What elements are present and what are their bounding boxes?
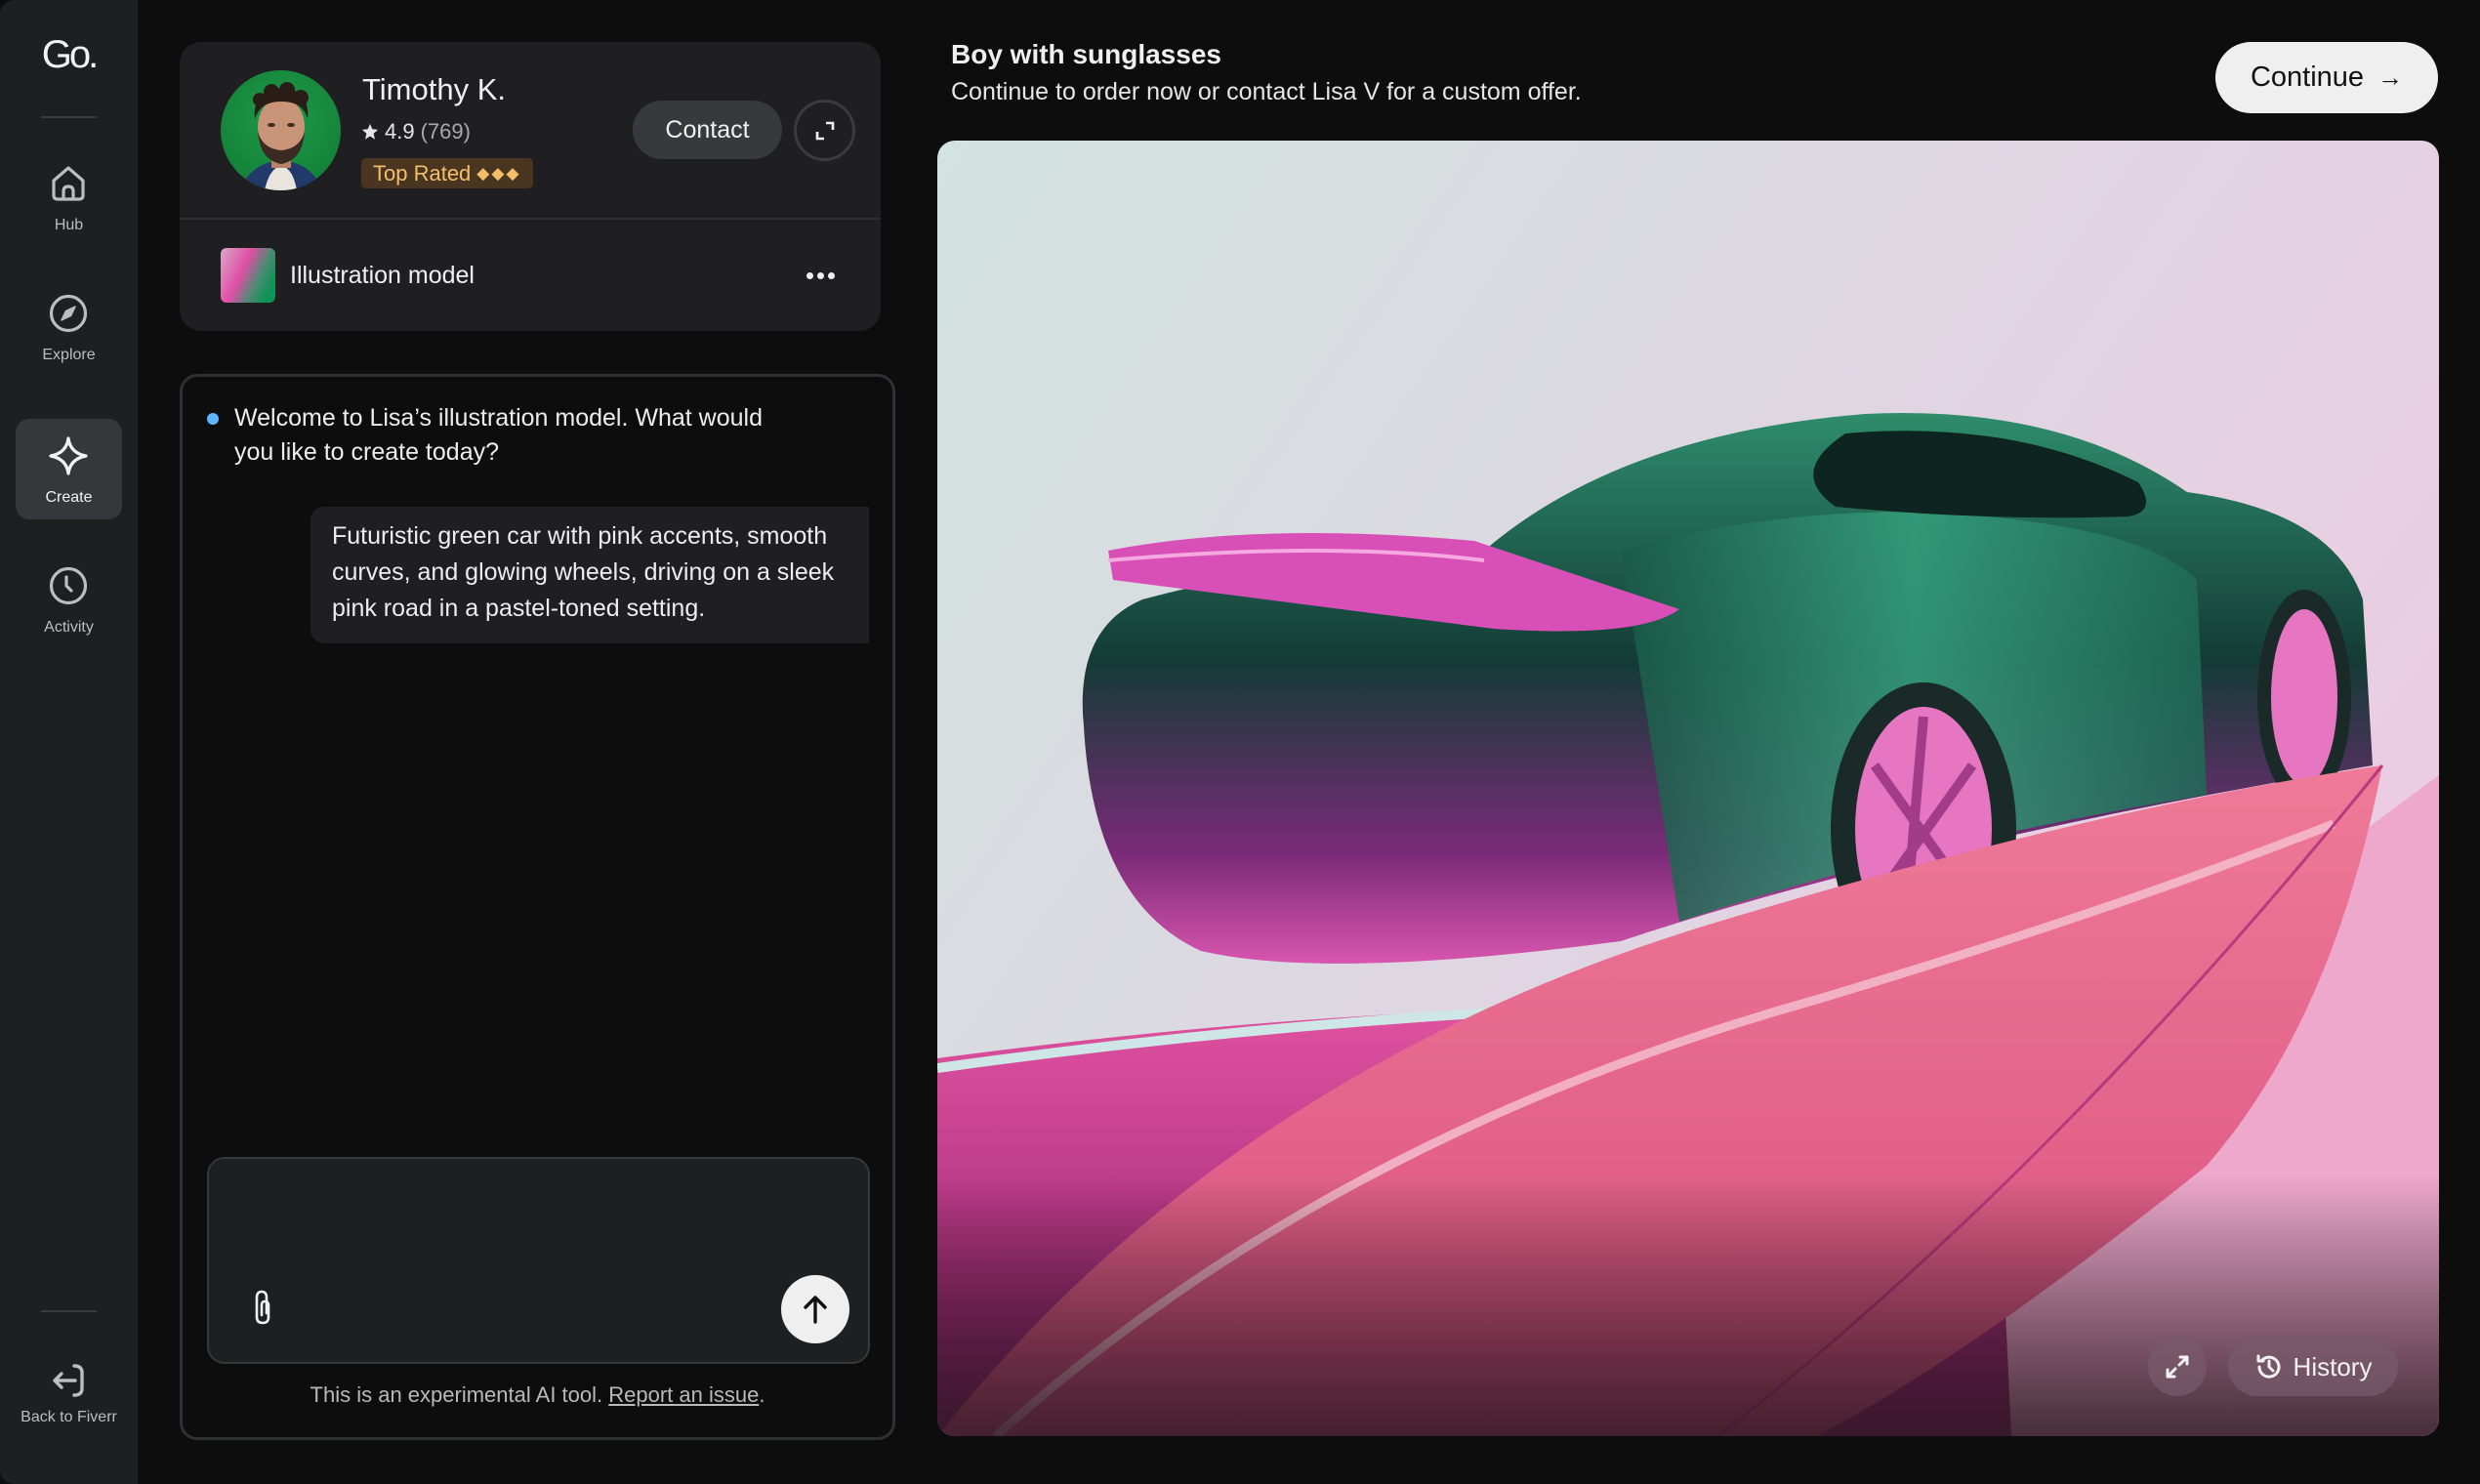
artwork-title: Boy with sunglasses: [951, 39, 1221, 69]
sidebar-item-hub[interactable]: Hub: [16, 146, 122, 247]
sidebar: Go. Hub Explore Create Activity Back to …: [0, 0, 138, 1484]
assistant-indicator-dot: [207, 413, 219, 425]
back-to-fiverr-button[interactable]: Back to Fiverr: [0, 1352, 138, 1440]
bottom-shade: [937, 1175, 2439, 1436]
seller-profile-card: Timothy K. 4.9 (769) Top Rated ◆◆◆ Conta…: [180, 42, 881, 331]
assistant-message: Welcome to Lisa’s illustration model. Wh…: [234, 404, 763, 466]
badge-label: Top Rated: [373, 161, 472, 186]
paperclip-icon: [255, 1290, 270, 1325]
disclaimer-text: This is an experimental AI tool.: [310, 1382, 603, 1407]
generated-image[interactable]: History: [937, 141, 2439, 1436]
user-message: Futuristic green car with pink accents, …: [310, 507, 869, 643]
back-label: Back to Fiverr: [21, 1409, 117, 1425]
disclaimer-suffix: .: [759, 1382, 765, 1407]
home-icon: [52, 166, 85, 201]
dot: [816, 271, 824, 279]
seller-name[interactable]: Timothy K.: [362, 72, 506, 107]
compass-icon: [49, 294, 88, 333]
sidebar-item-activity[interactable]: Activity: [16, 549, 122, 649]
chat-panel: Welcome to Lisa’s illustration model. Wh…: [180, 374, 895, 1440]
rating-value: 4.9: [385, 119, 415, 144]
more-options-button[interactable]: [801, 262, 840, 289]
sidebar-item-label: Activity: [44, 619, 94, 636]
history-button[interactable]: History: [2228, 1338, 2398, 1396]
sidebar-divider: [41, 116, 97, 118]
sidebar-item-explore[interactable]: Explore: [16, 276, 122, 377]
prompt-input-box: [207, 1157, 870, 1364]
diamond-icons: ◆◆◆: [476, 164, 521, 183]
model-selector[interactable]: Illustration model: [221, 248, 840, 303]
history-icon: [2256, 1354, 2281, 1379]
expand-icon: [815, 121, 834, 140]
exit-arrow-icon: [53, 1364, 84, 1397]
car-illustration: [937, 141, 2439, 1436]
continue-button[interactable]: Continue →: [2215, 42, 2438, 113]
top-rated-badge: Top Rated ◆◆◆: [361, 158, 533, 188]
dot: [806, 271, 813, 279]
sidebar-item-label: Explore: [42, 347, 96, 363]
sidebar-divider: [41, 1310, 97, 1312]
go-logo[interactable]: Go.: [0, 33, 138, 77]
seller-rating: 4.9 (769): [361, 119, 471, 144]
report-issue-link[interactable]: Report an issue: [608, 1382, 759, 1407]
attach-file-button[interactable]: [248, 1284, 277, 1331]
sidebar-item-label: Hub: [54, 217, 84, 233]
arrow-right-icon: →: [2377, 62, 2404, 92]
disclaimer-footer: This is an experimental AI tool. Report …: [183, 1382, 892, 1408]
model-thumbnail: [221, 248, 275, 303]
avatar-portrait: [240, 82, 322, 190]
model-name: Illustration model: [290, 261, 475, 289]
send-button[interactable]: [781, 1275, 849, 1343]
arrow-up-icon: [804, 1296, 827, 1324]
prompt-input[interactable]: [228, 1176, 814, 1274]
fullscreen-button[interactable]: [2148, 1338, 2207, 1396]
history-label: History: [2293, 1351, 2373, 1381]
contact-button[interactable]: Contact: [633, 101, 782, 159]
card-divider: [180, 218, 881, 220]
sparkle-icon: [49, 436, 88, 475]
review-count: (769): [420, 119, 471, 144]
artwork-subtitle: Continue to order now or contact Lisa V …: [951, 78, 1582, 105]
expand-card-button[interactable]: [794, 100, 855, 161]
fullscreen-icon: [2166, 1355, 2189, 1379]
avatar[interactable]: [221, 70, 341, 190]
sidebar-item-create[interactable]: Create: [16, 419, 122, 519]
continue-label: Continue: [2250, 62, 2365, 93]
dot: [827, 271, 835, 279]
star-icon: [361, 123, 379, 140]
sidebar-item-label: Create: [45, 489, 93, 506]
clock-icon: [49, 566, 88, 605]
